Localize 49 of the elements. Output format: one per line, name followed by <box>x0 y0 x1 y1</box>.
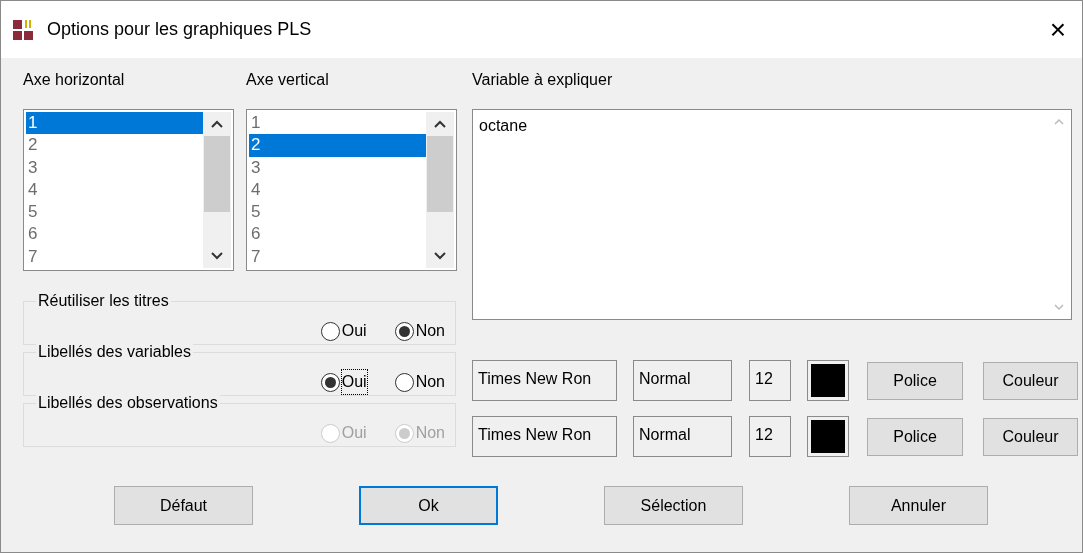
list-label: Axe vertical <box>246 70 330 90</box>
style-field[interactable]: Normal <box>633 416 732 457</box>
list-label: Axe horizontal <box>23 70 126 90</box>
list-item[interactable]: 5 <box>26 201 203 224</box>
dialog-button[interactable]: Défaut <box>114 486 253 525</box>
scrollbar[interactable] <box>426 112 454 268</box>
scroll-down-icon[interactable] <box>434 252 446 260</box>
radio-button[interactable] <box>394 372 414 392</box>
scrollbar[interactable] <box>203 112 231 268</box>
dialog-button[interactable]: Annuler <box>849 486 988 525</box>
text-value: octane <box>478 116 529 136</box>
list-item[interactable]: 6 <box>26 223 203 246</box>
radio-button[interactable] <box>320 372 340 392</box>
list-item[interactable]: 2 <box>26 134 203 157</box>
list-item[interactable]: 1 <box>249 112 426 135</box>
color-button[interactable]: Couleur <box>983 417 1078 456</box>
style-field[interactable]: Normal <box>633 360 732 401</box>
font-button[interactable]: Police <box>867 361 963 400</box>
dialog-button[interactable]: Ok <box>359 486 498 525</box>
size-field[interactable]: 12 <box>749 360 791 401</box>
field-label: Variable à expliquer <box>472 70 614 90</box>
list-item[interactable]: 2 <box>249 134 426 157</box>
list-item[interactable]: 3 <box>249 156 426 179</box>
scroll-up-icon[interactable] <box>434 120 446 128</box>
font-button[interactable]: Police <box>867 417 963 456</box>
radio-label[interactable]: Non <box>415 319 445 343</box>
font-field[interactable]: Times New Ron <box>472 360 617 401</box>
list-item[interactable]: 7 <box>26 245 203 268</box>
font-field[interactable]: Times New Ron <box>472 416 617 457</box>
scroll-up-icon[interactable] <box>211 120 223 128</box>
list-item[interactable]: 6 <box>249 223 426 246</box>
color-button[interactable]: Couleur <box>983 361 1078 400</box>
radio-button[interactable] <box>394 321 414 341</box>
scroll-down-icon[interactable] <box>211 252 223 260</box>
radio-label[interactable]: Non <box>415 370 445 394</box>
list-item[interactable]: 1 <box>26 112 203 135</box>
close-button[interactable]: × <box>1049 15 1066 44</box>
list-item[interactable]: 4 <box>26 178 203 202</box>
window-title: Options pour les graphiques PLS <box>47 18 313 41</box>
dialog-button[interactable]: Sélection <box>604 486 743 525</box>
radio-label[interactable]: Oui <box>341 319 367 343</box>
app-icon <box>13 19 35 40</box>
list-item[interactable]: 3 <box>26 156 203 179</box>
radio-button[interactable] <box>320 321 340 341</box>
list-item[interactable]: 5 <box>249 201 426 224</box>
list-item[interactable]: 4 <box>249 178 426 202</box>
size-field[interactable]: 12 <box>749 416 791 457</box>
radio-label[interactable]: Oui <box>341 370 367 394</box>
list-item[interactable]: 7 <box>249 245 426 268</box>
